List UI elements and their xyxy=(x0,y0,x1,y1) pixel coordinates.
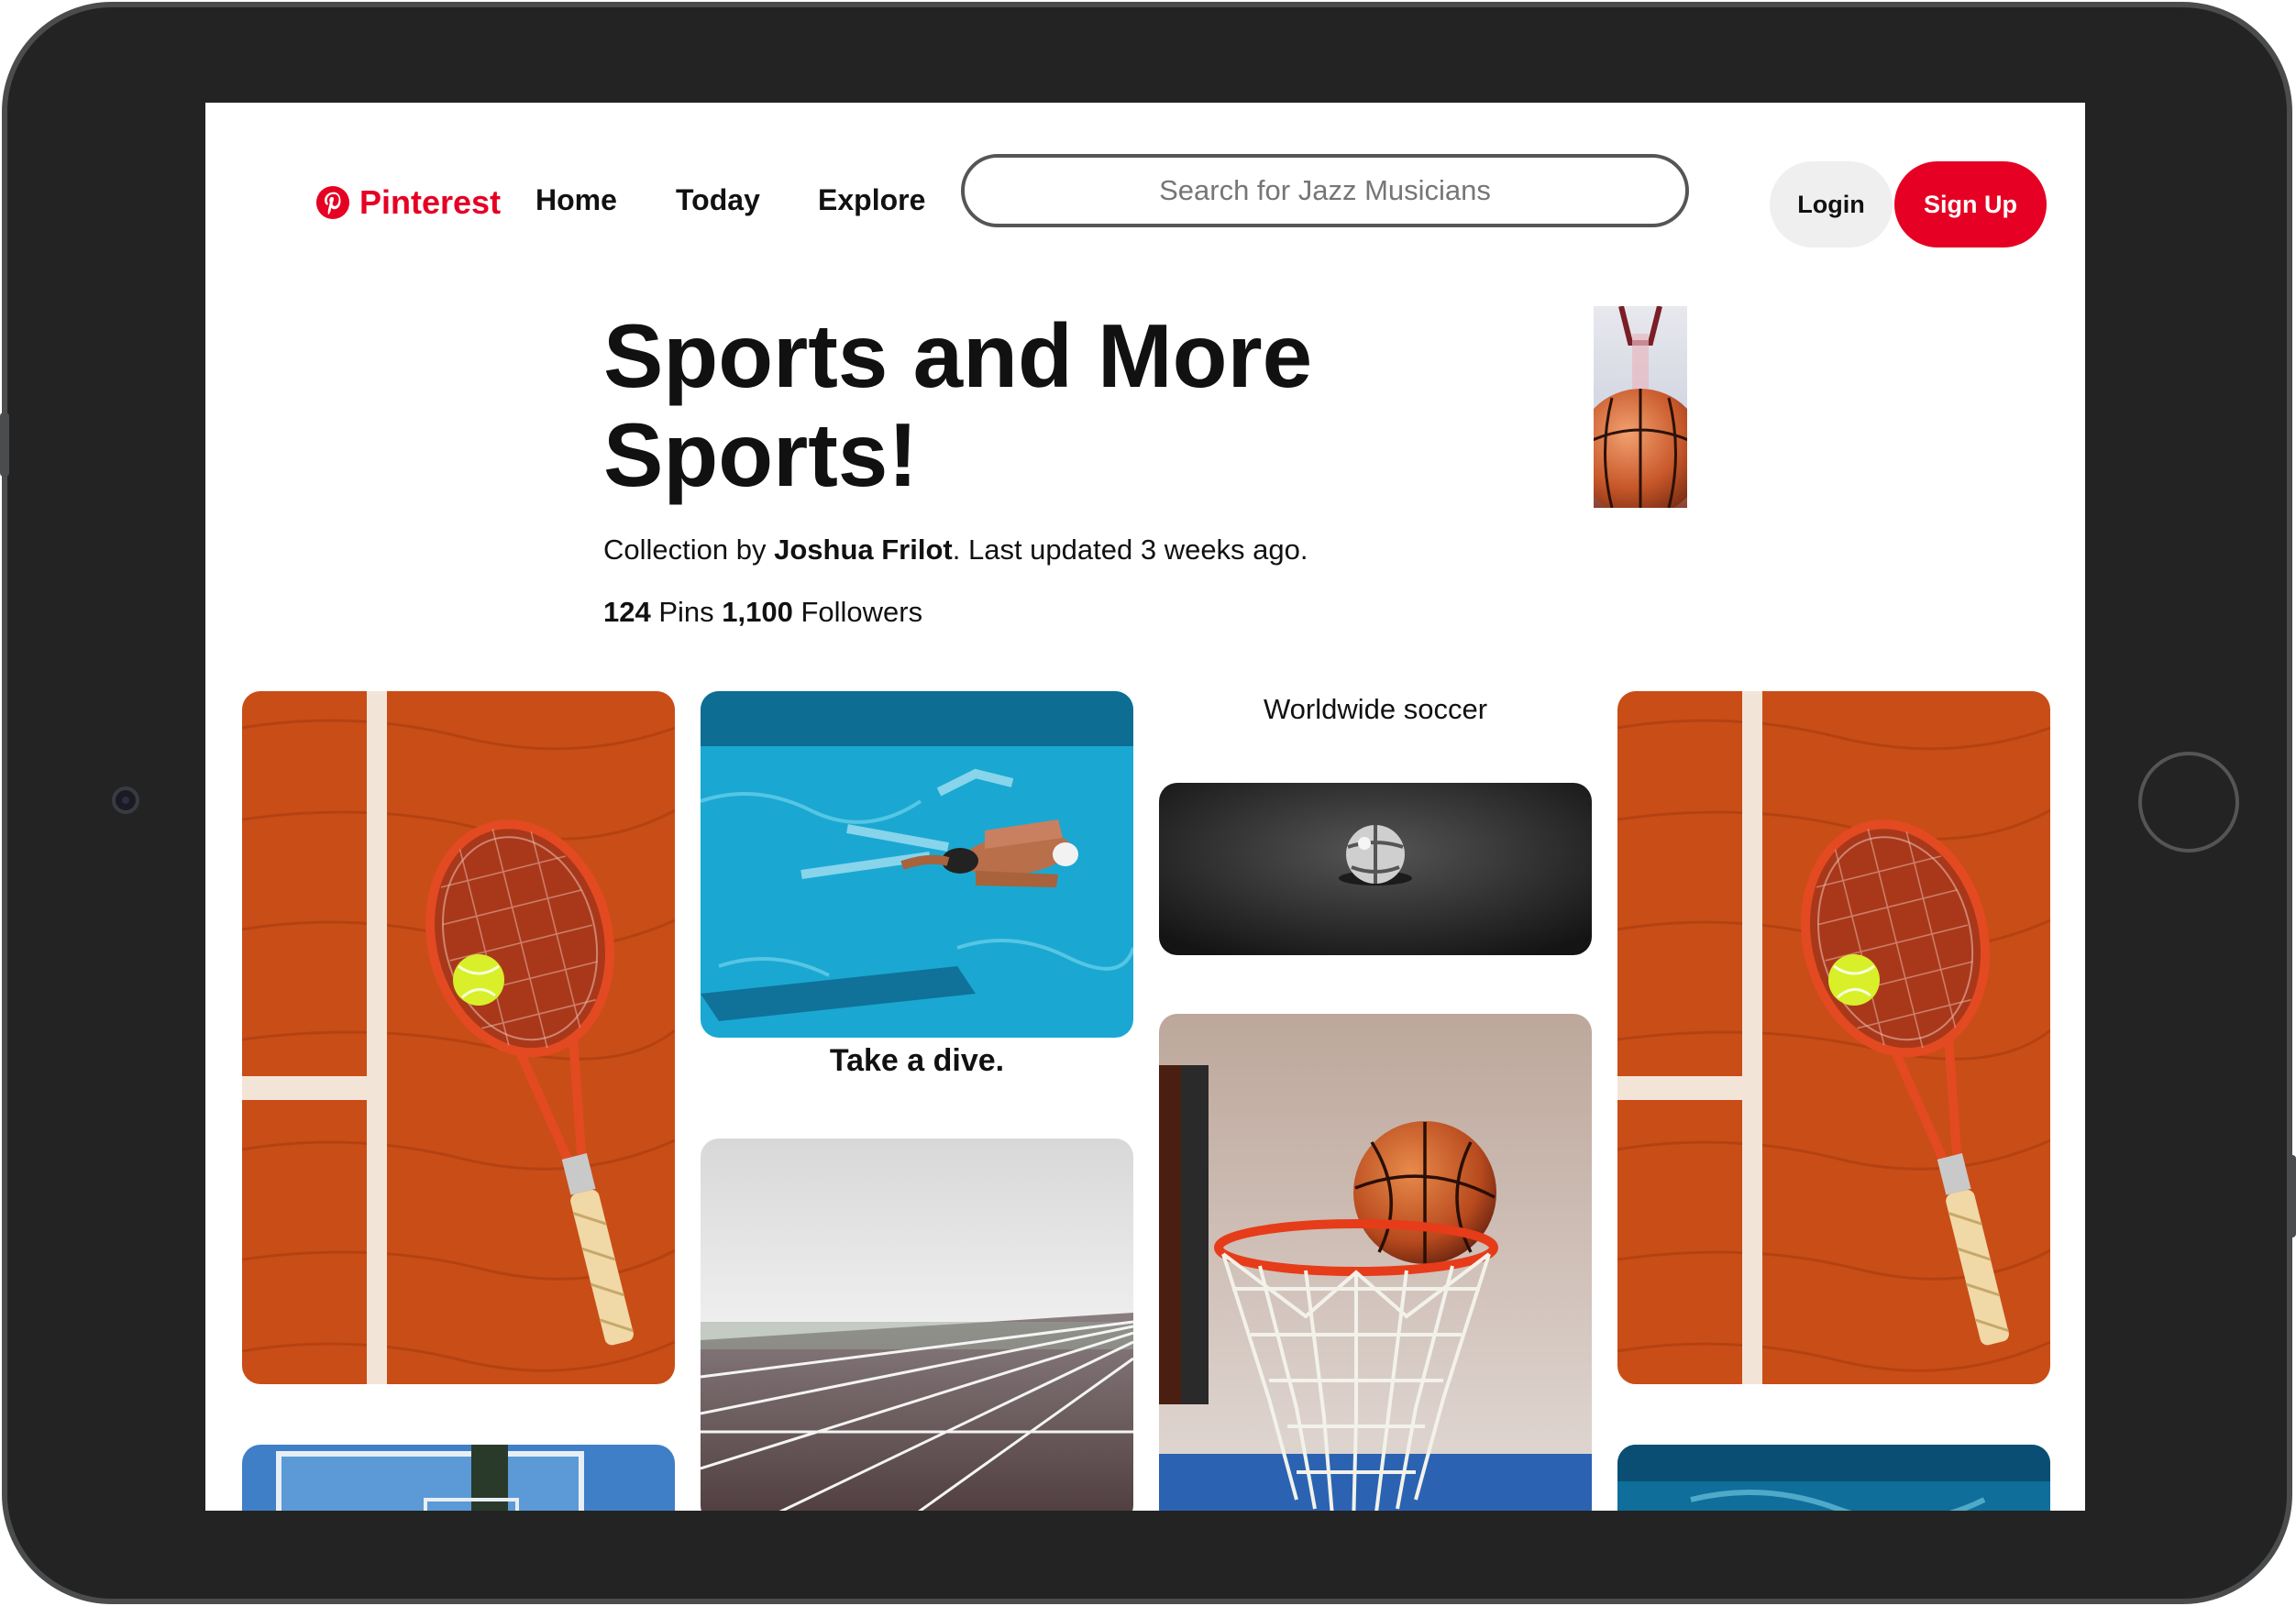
pinterest-logo[interactable]: Pinterest xyxy=(315,183,501,222)
byline-prefix: Collection by xyxy=(603,534,775,566)
top-navigation: Pinterest Home Today Explore Login Sign … xyxy=(205,103,2085,268)
power-button xyxy=(2287,1155,2296,1238)
board-cover-image[interactable] xyxy=(1594,306,1687,508)
pinterest-logo-icon xyxy=(315,185,350,220)
pin-basketball-hoop[interactable] xyxy=(1159,1014,1592,1511)
pins-count: 124 xyxy=(603,596,651,628)
pin-swimmer[interactable] xyxy=(701,691,1133,1038)
pin-tennis-racket[interactable] xyxy=(242,691,675,1384)
home-button[interactable] xyxy=(2138,752,2239,852)
pin-ball-on-dark-ground[interactable] xyxy=(1159,783,1592,955)
nav-explore[interactable]: Explore xyxy=(818,183,925,217)
nav-today[interactable]: Today xyxy=(676,183,760,217)
pin-basketball-backboard[interactable] xyxy=(242,1445,675,1511)
author-link[interactable]: Joshua Frilot xyxy=(774,534,953,566)
nav-home[interactable]: Home xyxy=(535,183,617,217)
search-input[interactable] xyxy=(961,154,1689,227)
followers-count: 1,100 xyxy=(722,596,793,628)
pin-swimmer-2[interactable] xyxy=(1617,1445,2050,1511)
pin-tennis-racket-2[interactable] xyxy=(1617,691,2050,1384)
pin-title: Worldwide soccer xyxy=(1263,693,1488,725)
followers-label: Followers xyxy=(792,596,923,628)
front-camera xyxy=(112,786,139,814)
volume-button xyxy=(0,412,9,477)
signup-button[interactable]: Sign Up xyxy=(1894,161,2047,248)
browser-screen: Pinterest Home Today Explore Login Sign … xyxy=(205,103,2085,1511)
board-title: Sports and More Sports! xyxy=(603,305,1313,505)
board-byline: Collection by Joshua Frilot. Last update… xyxy=(603,534,1308,566)
board-stats: 124 Pins 1,100 Followers xyxy=(603,596,922,629)
byline-suffix: . Last updated 3 weeks ago. xyxy=(952,534,1308,566)
pin-caption: Take a dive. xyxy=(829,1043,1005,1078)
brand-name: Pinterest xyxy=(359,183,502,221)
login-button[interactable]: Login xyxy=(1770,161,1893,248)
pins-label: Pins xyxy=(650,596,723,628)
pin-running-track[interactable] xyxy=(701,1138,1133,1511)
